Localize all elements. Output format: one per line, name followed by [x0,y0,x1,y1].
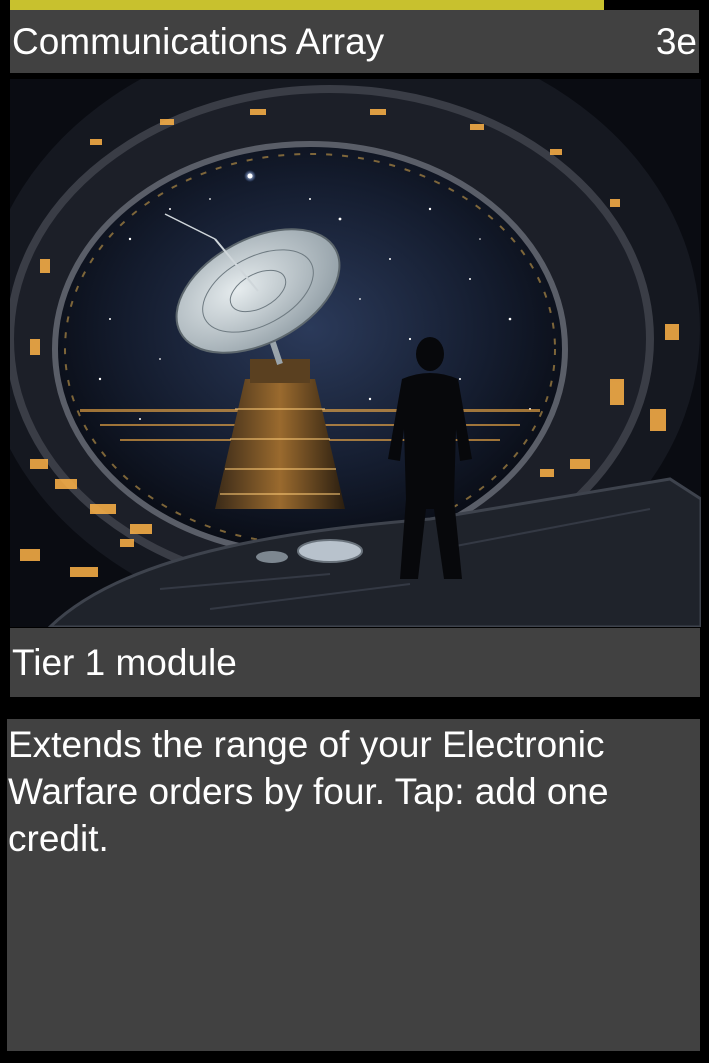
card-rules-text: Extends the range of your Electronic War… [8,724,609,859]
card-cost: 3e [655,21,697,62]
card-type-line: Tier 1 module [12,642,237,683]
card-artwork [10,79,701,627]
card-text-box: Extends the range of your Electronic War… [7,719,700,1051]
card-title-bar: Communications Array 3e [10,10,699,73]
card-title: Communications Array [12,21,385,62]
artwork-illustration [10,79,701,627]
card-type-bar: Tier 1 module [10,628,700,697]
